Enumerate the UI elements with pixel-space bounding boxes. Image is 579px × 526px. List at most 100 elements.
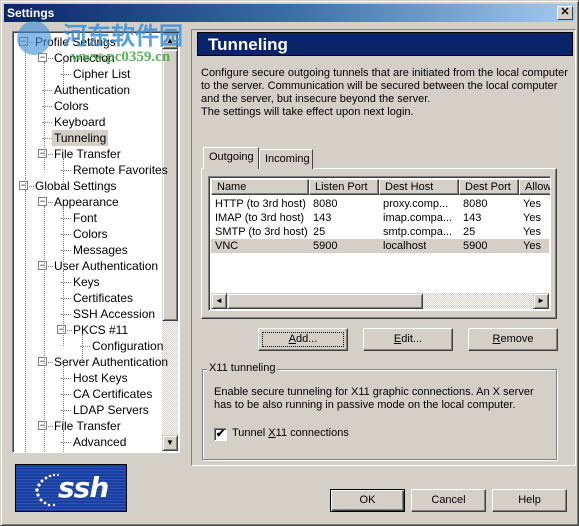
tree-scroll-thumb[interactable]	[162, 49, 178, 321]
help-button[interactable]: Help	[492, 489, 567, 512]
description-line: The settings will take effect upon next …	[201, 106, 414, 118]
table-cell: imap.compa...	[383, 212, 453, 224]
table-cell: Yes	[523, 212, 541, 224]
tree-item[interactable]: Advanced	[71, 434, 128, 450]
tree-item[interactable]: LDAP Servers	[71, 402, 151, 418]
close-button[interactable]: ✕	[557, 6, 573, 20]
tree-guide-line	[44, 62, 45, 170]
tree-item[interactable]: Host Keys	[71, 370, 130, 386]
tree-item[interactable]: Messages	[71, 242, 130, 258]
tree-item[interactable]: SSH Accession	[71, 306, 157, 322]
add-button[interactable]: Add...	[258, 328, 348, 351]
tree-item[interactable]: Certificates	[71, 290, 135, 306]
tree-item[interactable]: CA Certificates	[71, 386, 154, 402]
scroll-right-button[interactable]: ►	[533, 293, 549, 309]
settings-tree[interactable]: ▲ ▼ − Profile Settings − Connection Cipher L…	[12, 31, 180, 453]
tree-item[interactable]: Profile Settings	[33, 34, 118, 50]
edit-button[interactable]: Edit...	[363, 328, 453, 351]
collapse-icon[interactable]: −	[19, 181, 28, 190]
table-cell: 25	[313, 226, 326, 238]
table-cell: HTTP (to 3rd host)	[215, 198, 306, 210]
ssh-logo: ssh	[15, 464, 127, 512]
remove-button[interactable]: Remove	[468, 328, 558, 351]
tab-outgoing[interactable]: Outgoing	[203, 147, 259, 169]
collapse-icon[interactable]: −	[38, 53, 47, 62]
column-header-name[interactable]: Name	[211, 179, 309, 195]
focus-rect	[262, 332, 344, 347]
tree-item[interactable]: Remote Favorites	[71, 162, 170, 178]
tree-item[interactable]: Connection	[52, 50, 117, 66]
window-title: Settings	[7, 6, 55, 20]
edit-label: dit...	[401, 333, 423, 345]
ok-button[interactable]: OK	[330, 489, 405, 512]
tree-guide-line	[63, 62, 64, 90]
table-cell: VNC	[215, 240, 239, 252]
close-icon: ✕	[560, 6, 570, 18]
arrow-right-icon: ►	[537, 296, 545, 305]
column-header-allow[interactable]: Allow	[519, 179, 550, 195]
table-row[interactable]: SMTP (to 3rd host) 25 smtp.compa... 25 Yes	[211, 225, 549, 239]
table-row[interactable]: HTTP (to 3rd host) 8080 proxy.comp... 8080 Y…	[211, 197, 549, 211]
collapse-icon[interactable]: −	[38, 149, 47, 158]
table-cell: 8080	[463, 198, 488, 210]
logo-text: ssh	[58, 471, 109, 504]
tree-item[interactable]: Tunneling	[52, 130, 109, 146]
column-header-dest-host[interactable]: Dest Host	[379, 179, 459, 195]
list-header: Name Listen Port Dest Host Dest Port All…	[211, 179, 550, 195]
scroll-down-button[interactable]: ▼	[162, 435, 178, 451]
collapse-icon[interactable]: −	[38, 197, 47, 206]
table-row[interactable]: IMAP (to 3rd host) 143 imap.compa... 143 Yes	[211, 211, 549, 225]
x11-description-line: has to be also running in passive mode o…	[214, 399, 516, 411]
checkbox-label-prefix: Tunnel	[232, 427, 269, 439]
table-cell: Yes	[523, 226, 541, 238]
table-cell: 143	[463, 212, 482, 224]
tree-item[interactable]: Colors	[71, 226, 110, 242]
tree-item[interactable]: Font	[71, 210, 99, 226]
table-cell: Yes	[523, 198, 541, 210]
tree-item[interactable]: Configuration	[90, 338, 165, 354]
title-bar[interactable]: Settings ✕	[4, 4, 575, 22]
table-row[interactable]: VNC 5900 localhost 5900 Yes	[211, 239, 549, 253]
table-cell: IMAP (to 3rd host)	[215, 212, 305, 224]
tree-item[interactable]: Cipher List	[71, 66, 132, 82]
tree-guide-line	[25, 44, 26, 452]
tree-item[interactable]: Keyboard	[52, 114, 107, 130]
tunnel-list[interactable]: Name Listen Port Dest Host Dest Port All…	[208, 176, 551, 311]
table-cell: localhost	[383, 240, 427, 252]
scroll-up-button[interactable]: ▲	[162, 33, 178, 49]
collapse-icon[interactable]: −	[19, 37, 28, 46]
tree-guide-line	[63, 430, 64, 452]
tree-guide-line	[82, 334, 83, 362]
tunnel-x11-checkbox[interactable]: ✔	[214, 428, 227, 441]
scroll-left-button[interactable]: ◄	[211, 293, 227, 309]
tree-item[interactable]: Keys	[71, 274, 102, 290]
arrow-up-icon: ▲	[166, 36, 174, 45]
tree-item[interactable]: Server Authentication	[52, 354, 170, 370]
tab-incoming[interactable]: Incoming	[259, 149, 313, 169]
list-horizontal-scrollbar[interactable]: ◄ ►	[211, 293, 549, 309]
x11-description: Enable secure tunneling for X11 graphic …	[214, 386, 534, 412]
tree-vertical-scrollbar[interactable]: ▲ ▼	[162, 33, 178, 451]
tree-item[interactable]: Authentication	[52, 82, 132, 98]
tree-item[interactable]: PKCS #11	[71, 322, 130, 338]
column-header-dest-port[interactable]: Dest Port	[459, 179, 519, 195]
collapse-icon[interactable]: −	[38, 261, 47, 270]
collapse-icon[interactable]: −	[38, 421, 47, 430]
cancel-button[interactable]: Cancel	[411, 489, 486, 512]
tree-item[interactable]: Global Settings	[33, 178, 118, 194]
table-cell: proxy.comp...	[383, 198, 449, 210]
x11-group-label: X11 tunneling	[207, 362, 278, 374]
list-scroll-thumb[interactable]	[227, 293, 423, 309]
check-icon: ✔	[215, 428, 226, 440]
tree-guide-line	[63, 158, 64, 186]
column-header-listen-port[interactable]: Listen Port	[309, 179, 379, 195]
remove-label: emove	[500, 333, 534, 345]
tree-item[interactable]: User Authentication	[52, 258, 160, 274]
description-line: to the server. Communication will be sec…	[201, 80, 558, 92]
tree-item[interactable]: Colors	[52, 98, 91, 114]
tree-guide-line	[63, 366, 64, 426]
tunnel-x11-label[interactable]: Tunnel X11 connections	[232, 427, 349, 439]
table-cell: Yes	[523, 240, 541, 252]
collapse-icon[interactable]: −	[38, 357, 47, 366]
collapse-icon[interactable]: −	[57, 325, 66, 334]
